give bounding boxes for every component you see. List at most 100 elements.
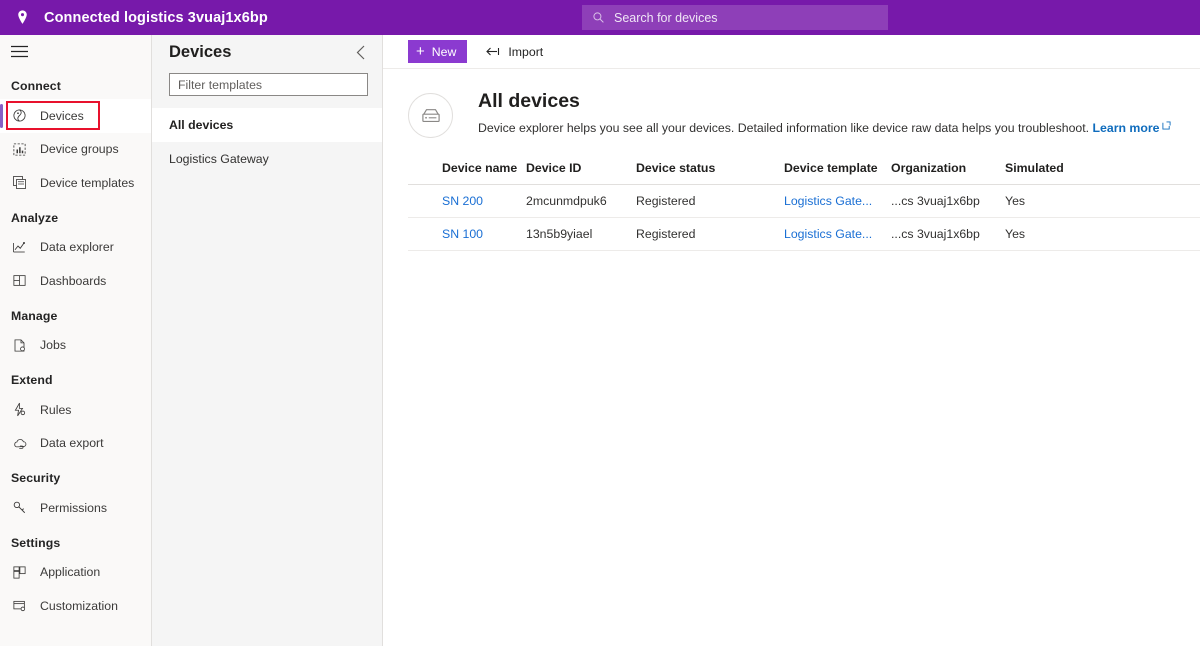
import-button[interactable]: Import bbox=[486, 44, 543, 59]
selected-indicator bbox=[0, 104, 3, 128]
sidebar-section-settings: Settings bbox=[11, 535, 61, 550]
table-header-row: Device name Device ID Device status Devi… bbox=[408, 152, 1200, 185]
global-search-placeholder: Search for devices bbox=[614, 10, 718, 25]
sidebar-item-device-templates[interactable]: Device templates bbox=[0, 166, 151, 200]
table-row[interactable]: SN 200 2mcunmdpuk6 Registered Logistics … bbox=[408, 185, 1200, 218]
cell-simulated: Yes bbox=[1005, 227, 1026, 241]
sidebar-item-dashboards[interactable]: Dashboards bbox=[0, 264, 151, 298]
permissions-key-icon bbox=[11, 499, 28, 516]
sidebar-item-permissions[interactable]: Permissions bbox=[0, 491, 151, 525]
main-content: + New Import All devices Device explorer… bbox=[383, 35, 1200, 646]
devices-table: Device name Device ID Device status Devi… bbox=[408, 152, 1200, 251]
sidebar-section-security: Security bbox=[11, 471, 61, 485]
sidebar-item-application[interactable]: Application bbox=[0, 556, 151, 590]
sidebar-item-rules[interactable]: Rules bbox=[0, 393, 151, 427]
device-name-link[interactable]: SN 200 bbox=[442, 194, 483, 208]
sidebar-section-extend: Extend bbox=[11, 373, 53, 387]
sidebar-item-label: Rules bbox=[40, 402, 72, 417]
rules-icon bbox=[11, 401, 28, 418]
new-device-button[interactable]: + New bbox=[408, 40, 468, 63]
cell-organization: ...cs 3vuaj1x6bp bbox=[891, 194, 980, 208]
application-icon bbox=[11, 564, 28, 581]
customization-icon bbox=[11, 597, 28, 614]
sidebar-item-label: Device groups bbox=[40, 142, 119, 157]
sidebar: Connect Devices Device groups Device tem… bbox=[0, 35, 152, 646]
template-item-label: All devices bbox=[169, 118, 234, 132]
sidebar-item-device-groups[interactable]: Device groups bbox=[0, 133, 151, 167]
sidebar-section-analyze: Analyze bbox=[11, 210, 59, 225]
sidebar-item-label: Dashboards bbox=[40, 273, 107, 288]
sidebar-item-customization[interactable]: Customization bbox=[0, 589, 151, 623]
device-template-link[interactable]: Logistics Gate... bbox=[784, 194, 872, 208]
devices-icon bbox=[11, 107, 28, 124]
table-row[interactable]: SN 100 13n5b9yiael Registered Logistics … bbox=[408, 218, 1200, 251]
sidebar-item-jobs[interactable]: Jobs bbox=[0, 329, 151, 363]
column-header-organization[interactable]: Organization bbox=[891, 161, 1005, 175]
cell-organization: ...cs 3vuaj1x6bp bbox=[891, 227, 980, 241]
column-header-device-id[interactable]: Device ID bbox=[526, 161, 636, 175]
cell-device-template: Logistics Gate... bbox=[784, 194, 891, 208]
location-pin-icon bbox=[0, 0, 44, 35]
import-button-label: Import bbox=[508, 44, 544, 59]
filter-templates-wrapper bbox=[152, 69, 382, 96]
cell-device-id: 2mcunmdpuk6 bbox=[526, 194, 607, 208]
learn-more-link[interactable]: Learn more bbox=[1093, 121, 1160, 135]
panel-title: Devices bbox=[169, 42, 232, 61]
cell-device-name: SN 200 bbox=[408, 194, 526, 208]
new-button-label: New bbox=[431, 44, 457, 59]
search-icon bbox=[590, 9, 607, 26]
cell-device-template: Logistics Gate... bbox=[784, 227, 891, 241]
cell-device-id: 13n5b9yiael bbox=[526, 227, 593, 241]
chevron-left-icon[interactable] bbox=[350, 41, 372, 63]
device-templates-icon bbox=[11, 174, 28, 191]
page-header-text: All devices Device explorer helps you se… bbox=[478, 90, 1172, 138]
sidebar-item-data-export[interactable]: Data export bbox=[0, 427, 151, 461]
sidebar-item-label: Devices bbox=[40, 108, 84, 123]
global-search-box[interactable]: Search for devices bbox=[582, 5, 888, 30]
column-header-simulated[interactable]: Simulated bbox=[1005, 161, 1105, 175]
sidebar-item-devices[interactable]: Devices bbox=[0, 99, 151, 133]
page-description: Device explorer helps you see all your d… bbox=[478, 119, 1172, 136]
dashboards-icon bbox=[11, 272, 28, 289]
device-templates-panel: Devices All devices Logistics Gateway bbox=[152, 35, 383, 646]
page-description-text: Device explorer helps you see all your d… bbox=[478, 121, 1090, 136]
template-list-item-all-devices[interactable]: All devices bbox=[152, 108, 382, 142]
sidebar-section-manage: Manage bbox=[11, 308, 58, 323]
column-header-device-template[interactable]: Device template bbox=[784, 161, 891, 175]
plus-icon: + bbox=[416, 43, 425, 60]
device-groups-icon bbox=[11, 141, 28, 158]
template-list-item-logistics-gateway[interactable]: Logistics Gateway bbox=[152, 142, 382, 176]
sidebar-item-label: Customization bbox=[40, 598, 118, 613]
app-title: Connected logistics 3vuaj1x6bp bbox=[44, 9, 268, 26]
import-arrow-icon bbox=[486, 44, 501, 59]
filter-templates-input[interactable] bbox=[169, 73, 368, 96]
table-body: SN 200 2mcunmdpuk6 Registered Logistics … bbox=[408, 185, 1200, 251]
sidebar-item-label: Data export bbox=[40, 436, 104, 451]
command-bar: + New Import bbox=[383, 35, 1200, 69]
page-title: All devices bbox=[478, 90, 580, 112]
column-header-device-name[interactable]: Device name bbox=[408, 161, 526, 175]
page-header: All devices Device explorer helps you se… bbox=[383, 69, 1200, 138]
cell-simulated: Yes bbox=[1005, 194, 1026, 208]
sidebar-item-label: Data explorer bbox=[40, 240, 114, 255]
sidebar-item-label: Device templates bbox=[40, 175, 135, 190]
cell-device-name: SN 100 bbox=[408, 227, 526, 241]
template-list: All devices Logistics Gateway bbox=[152, 108, 382, 176]
column-header-device-status[interactable]: Device status bbox=[636, 161, 784, 175]
external-link-icon bbox=[1162, 119, 1172, 130]
data-export-icon bbox=[11, 435, 28, 452]
device-name-link[interactable]: SN 100 bbox=[442, 227, 483, 241]
app-header: Connected logistics 3vuaj1x6bp Search fo… bbox=[0, 0, 1200, 35]
jobs-icon bbox=[11, 337, 28, 354]
sidebar-item-label: Jobs bbox=[40, 338, 66, 353]
cell-device-status: Registered bbox=[636, 227, 696, 241]
hamburger-menu-icon[interactable] bbox=[0, 35, 151, 68]
cell-device-status: Registered bbox=[636, 194, 696, 208]
sidebar-item-label: Application bbox=[40, 565, 101, 580]
data-explorer-icon bbox=[11, 239, 28, 256]
sidebar-section-connect: Connect bbox=[11, 79, 61, 93]
sidebar-item-data-explorer[interactable]: Data explorer bbox=[0, 231, 151, 265]
template-item-label: Logistics Gateway bbox=[169, 152, 269, 166]
device-template-link[interactable]: Logistics Gate... bbox=[784, 227, 872, 241]
device-box-icon bbox=[408, 93, 453, 138]
